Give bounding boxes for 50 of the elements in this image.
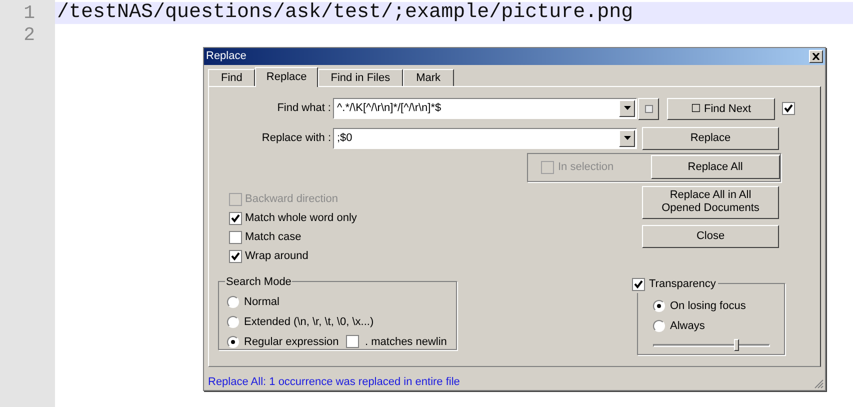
slider[interactable]: [653, 339, 770, 351]
option-label: Transparency: [649, 277, 716, 292]
combo-field[interactable]: ;$0: [333, 128, 637, 149]
option-label: Match case: [245, 230, 302, 246]
slider-thumb[interactable]: [734, 339, 739, 351]
tab[interactable]: Find in Files: [318, 68, 404, 86]
option-label: On losing focus: [670, 298, 746, 314]
dialog-button[interactable]: Replace All in All Opened Documents: [642, 186, 779, 219]
dropdown-button[interactable]: [619, 130, 635, 147]
field-label: Replace with :: [260, 131, 332, 146]
window-title: Replace: [206, 49, 246, 64]
tab[interactable]: Find: [208, 68, 256, 86]
dialog-button[interactable]: Replace All: [650, 155, 780, 180]
option-label: . matches newlin: [365, 334, 447, 350]
dialog-button[interactable]: Close: [642, 224, 779, 248]
radio-button[interactable]: [227, 336, 239, 348]
tab[interactable]: Replace: [255, 66, 318, 87]
line-number: 1: [22, 2, 36, 24]
checkbox[interactable]: [229, 230, 242, 244]
dropdown-button[interactable]: [619, 100, 635, 117]
option-label: Regular expression: [244, 334, 340, 350]
combo-field[interactable]: ^.*/\K[^/\r\n]*/[^/\r\n]*$: [333, 98, 637, 119]
option-label: Backward direction: [245, 192, 338, 208]
checkbox[interactable]: [782, 102, 795, 116]
radio-button[interactable]: [653, 320, 665, 332]
radio-button[interactable]: [227, 316, 239, 328]
option-label: Match whole word only: [245, 211, 357, 226]
caret-icon: [624, 136, 630, 140]
line-number: 2: [22, 24, 36, 46]
option-label: Wrap around: [245, 249, 308, 264]
small-button[interactable]: [638, 98, 659, 120]
checkbox[interactable]: [632, 278, 645, 291]
tab[interactable]: Mark: [403, 68, 454, 86]
option-label: Normal: [244, 294, 280, 310]
square-icon: [644, 104, 652, 113]
checkbox[interactable]: [229, 212, 242, 225]
close-icon[interactable]: [809, 50, 823, 63]
radio-button[interactable]: [227, 296, 239, 308]
field-label: Find what :: [276, 101, 332, 116]
checkbox[interactable]: [229, 250, 242, 263]
status-text: Replace All: 1 occurrence was replaced in entire file: [208, 374, 460, 390]
code-line: /testNAS/questions/ask/test/;example/picture.png: [57, 1, 634, 24]
option-label: Extended (\n, \r, \t, \0, \x...): [244, 314, 374, 330]
radio-button[interactable]: [653, 300, 665, 312]
option-label: In selection: [558, 160, 615, 176]
option-label: Always: [670, 318, 705, 334]
caret-icon: [624, 106, 630, 110]
checkbox[interactable]: [346, 335, 359, 348]
find-next-button[interactable]: ☐ Find Next: [667, 98, 775, 120]
dialog-button[interactable]: Replace: [642, 126, 779, 150]
